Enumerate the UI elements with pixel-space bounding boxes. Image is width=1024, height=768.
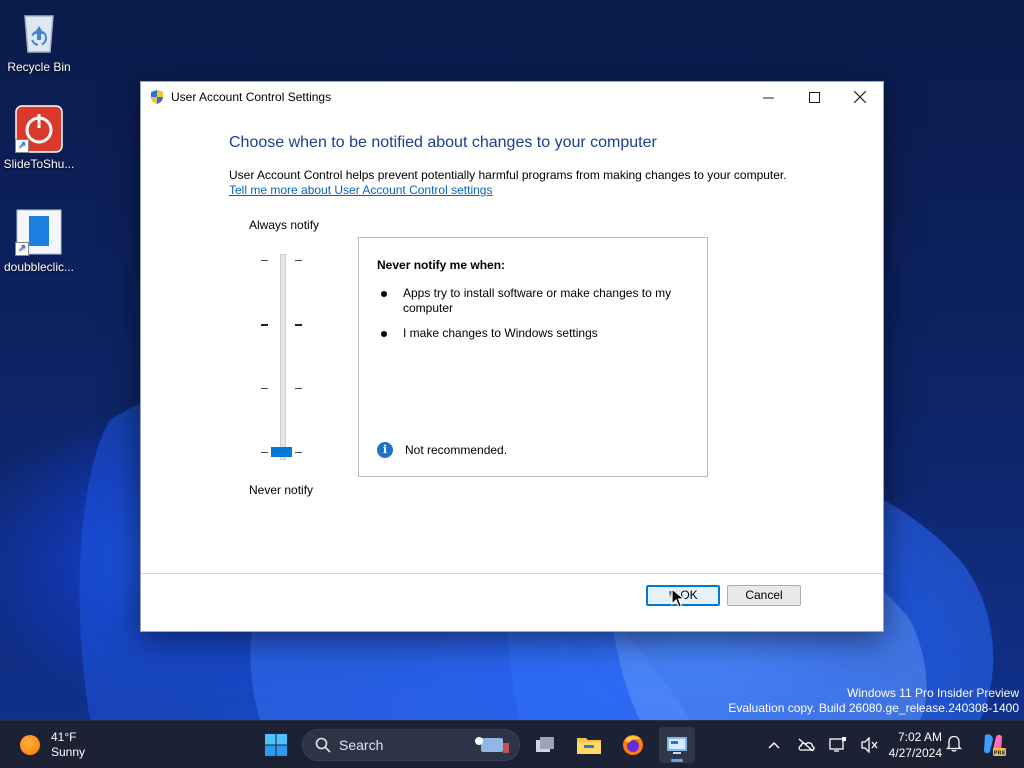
panel-bullet-item: Apps try to install software or make cha… (403, 286, 672, 315)
windows-logo-icon (265, 734, 287, 756)
network-icon (829, 737, 846, 752)
show-hidden-icons-button[interactable] (762, 733, 786, 757)
shortcut-arrow-icon: ↗ (15, 242, 29, 256)
uac-settings-icon (667, 737, 687, 754)
desktop-icon-doubbleclick[interactable]: ↗ doubbleclic... (0, 208, 78, 274)
search-highlight-icon (475, 737, 509, 753)
taskbar-search[interactable]: Search (302, 729, 520, 761)
recycle-bin-icon (15, 8, 63, 56)
weather-widget[interactable]: 41°F Sunny (20, 730, 85, 760)
bullet-icon (381, 331, 387, 337)
desktop-icon-recycle-bin[interactable]: Recycle Bin (0, 8, 78, 74)
slider-tick (261, 452, 268, 453)
folder-icon (577, 738, 601, 754)
window-title: User Account Control Settings (171, 90, 332, 104)
taskbar-clock[interactable]: 7:02 AM 4/27/2024 (880, 729, 942, 761)
panel-title: Never notify me when: (377, 258, 506, 272)
dialog-heading: Choose when to be notified about changes… (229, 134, 657, 151)
svg-text:PRE: PRE (993, 750, 1005, 756)
slider-tick (261, 388, 268, 389)
uac-settings-dialog: User Account Control Settings Choose whe… (140, 81, 884, 632)
search-icon (315, 737, 331, 753)
desktop-icon-label: doubbleclic... (3, 260, 75, 274)
taskbar-uac-settings[interactable] (659, 727, 695, 763)
slider-tick (295, 324, 302, 326)
task-view-icon (536, 737, 554, 752)
uac-shield-icon (151, 90, 163, 104)
bullet-icon (381, 291, 387, 297)
slider-track[interactable] (280, 254, 286, 460)
taskbar-task-view[interactable] (527, 727, 563, 763)
copilot-button[interactable]: PRE (980, 731, 1006, 760)
minimize-button[interactable] (745, 82, 791, 112)
slider-tick (295, 452, 302, 453)
network-tray-button[interactable] (826, 733, 850, 757)
system-tray (762, 733, 890, 757)
power-icon: ↗ (15, 105, 63, 153)
volume-muted-icon (861, 737, 878, 753)
slider-bottom-label: Never notify (249, 483, 314, 497)
taskbar-firefox[interactable] (615, 727, 651, 763)
desktop-icon-slidetoshutdown[interactable]: ↗ SlideToShu... (0, 105, 78, 171)
close-button[interactable] (837, 82, 883, 112)
minimize-icon (762, 97, 774, 98)
close-icon (854, 91, 866, 103)
firefox-icon (623, 735, 643, 755)
taskbar: 41°F Sunny Search 7:02 AM 4/27/2024 PRE (0, 720, 1024, 768)
learn-more-link[interactable]: Tell me more about User Account Control … (229, 183, 492, 197)
watermark-line-1: Windows 11 Pro Insider Preview (847, 686, 1019, 700)
footer-divider (141, 573, 883, 574)
search-placeholder: Search (339, 737, 384, 753)
bell-icon (945, 735, 963, 752)
weather-condition: Sunny (51, 745, 86, 759)
shortcut-arrow-icon: ↗ (15, 139, 29, 153)
slider-top-label: Always notify (249, 218, 320, 232)
taskbar-file-explorer[interactable] (571, 727, 607, 763)
volume-tray-button[interactable] (858, 733, 882, 757)
cloud-offline-icon (798, 738, 815, 752)
panel-bullet-item: I make changes to Windows settings (403, 326, 598, 340)
info-icon: i (377, 442, 393, 458)
slider-thumb[interactable] (271, 447, 292, 457)
slider-tick (295, 388, 302, 389)
maximize-button[interactable] (791, 82, 837, 112)
cancel-button[interactable]: Cancel (727, 585, 801, 606)
slider-tick (261, 260, 268, 261)
clock-time: 7:02 AM (897, 730, 942, 744)
sun-icon (20, 735, 40, 755)
mouse-cursor-icon (671, 588, 685, 608)
desktop-icon-label: Recycle Bin (7, 60, 71, 74)
onedrive-tray-button[interactable] (794, 733, 818, 757)
copilot-icon: PRE (984, 734, 1006, 756)
dialog-description: User Account Control helps prevent poten… (229, 168, 787, 182)
desktop-icon-label: SlideToShu... (3, 157, 75, 171)
weather-temperature: 41°F (51, 730, 77, 744)
clock-date: 4/27/2024 (888, 746, 942, 760)
title-bar[interactable]: User Account Control Settings (141, 82, 883, 112)
start-button[interactable] (258, 727, 294, 763)
evaluation-watermark: Windows 11 Pro Insider Preview Evaluatio… (728, 686, 1019, 716)
chevron-up-icon (768, 741, 780, 749)
notifications-button[interactable] (945, 734, 963, 755)
document-icon: ↗ (15, 208, 63, 256)
maximize-icon (808, 91, 820, 103)
recommendation-note: Not recommended. (405, 443, 508, 457)
slider-tick (261, 324, 268, 326)
watermark-line-2: Evaluation copy. Build 26080.ge_release.… (728, 701, 1019, 715)
level-description-panel: Never notify me when: Apps try to instal… (358, 237, 708, 477)
slider-tick (295, 260, 302, 261)
